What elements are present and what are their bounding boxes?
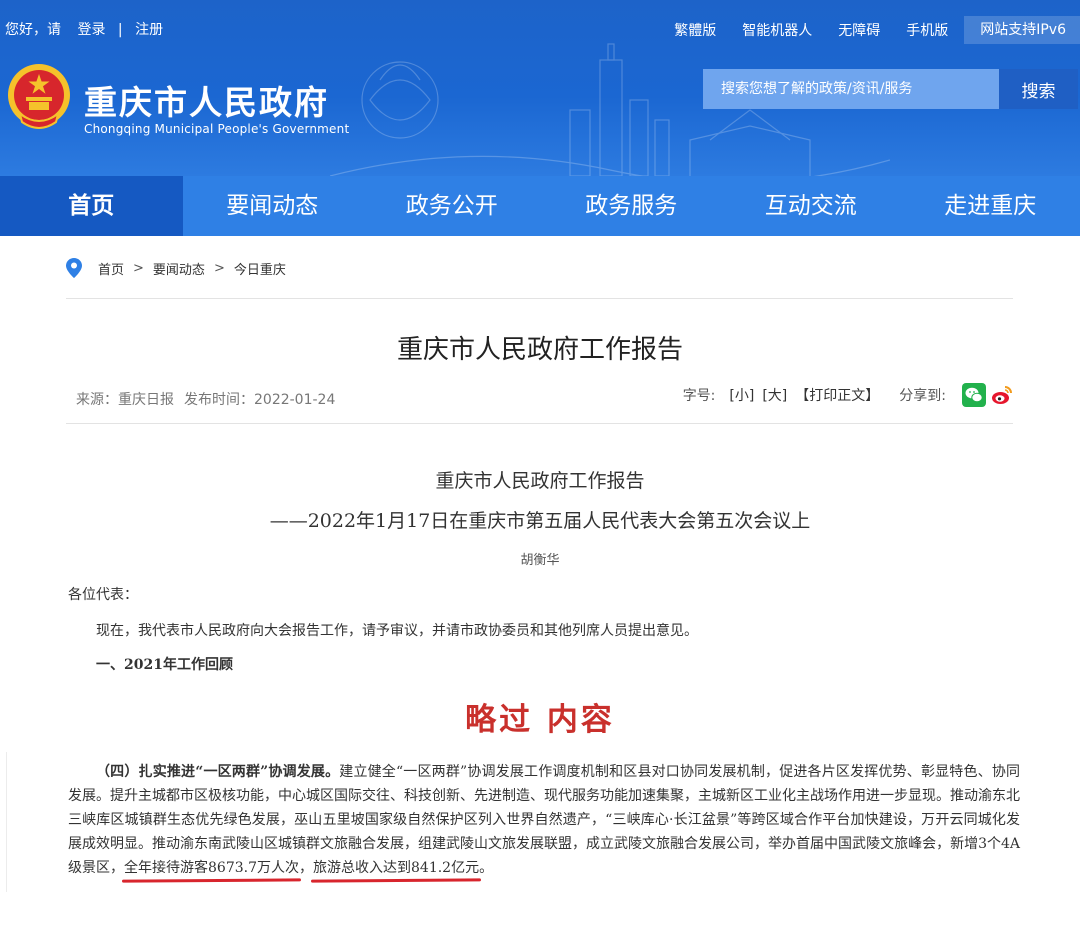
login-divider: | <box>117 22 123 38</box>
section-heading: 一、2021年工作回顾 <box>96 657 233 673</box>
font-size-label: 字号: <box>682 388 716 404</box>
breadcrumb: 首页 > 要闻动态 > 今日重庆 <box>66 257 286 279</box>
breadcrumb-separator: > <box>133 260 144 276</box>
font-large-button[interactable]: [大] <box>762 385 787 405</box>
nav-item-interaction[interactable]: 互动交流 <box>721 176 901 236</box>
main-nav: 首页 要闻动态 政务公开 政务服务 互动交流 走进重庆 <box>0 176 1080 236</box>
skip-content-note: 略过 内容 <box>465 702 615 738</box>
breadcrumb-home[interactable]: 首页 <box>98 259 124 278</box>
divider <box>66 298 1013 299</box>
site-title: 重庆市人民政府 <box>84 83 329 122</box>
site-header: 您好，请 登录 | 注册 繁體版 智能机器人 无障碍 手机版 网站支持IPv6 … <box>0 0 1080 176</box>
smart-robot-link[interactable]: 智能机器人 <box>742 20 812 40</box>
nav-item-news[interactable]: 要闻动态 <box>183 176 363 236</box>
article-tools: 字号: [小] [大] 【打印正文】 分享到: <box>683 380 1014 410</box>
location-pin-icon <box>66 258 82 278</box>
register-link[interactable]: 注册 <box>135 19 163 39</box>
article-publish-date: 发布时间：2022-01-24 <box>184 392 336 408</box>
national-emblem-icon <box>8 64 70 129</box>
site-title-english: Chongqing Municipal People's Government <box>84 122 350 136</box>
nav-item-about-chongqing[interactable]: 走进重庆 <box>901 176 1080 236</box>
top-bar: 您好，请 登录 | 注册 繁體版 智能机器人 无障碍 手机版 网站支持IPv6 <box>0 0 1080 58</box>
highlight-revenue: 旅游总收入达到841.2亿元 <box>313 860 480 876</box>
period: 。 <box>479 860 494 876</box>
top-links: 繁體版 智能机器人 无障碍 手机版 网站支持IPv6 <box>648 16 1080 44</box>
weibo-icon[interactable] <box>990 383 1014 407</box>
font-small-button[interactable]: [小] <box>729 385 754 405</box>
article-title: 重庆市人民政府工作报告 <box>396 335 683 365</box>
intro-paragraph: 现在，我代表市人民政府向大会报告工作，请予审议，并请市政协委员和其他列席人员提出… <box>96 623 698 639</box>
greeting-paragraph: 各位代表： <box>68 587 138 603</box>
article-source: 来源：重庆日报 <box>76 392 174 408</box>
divider <box>66 423 1013 424</box>
breadcrumb-today-chongqing[interactable]: 今日重庆 <box>234 259 286 278</box>
search-button[interactable]: 搜索 <box>999 69 1078 109</box>
traditional-chinese-link[interactable]: 繁體版 <box>674 20 716 40</box>
breadcrumb-news[interactable]: 要闻动态 <box>153 259 205 278</box>
share-label: 分享到: <box>899 388 946 404</box>
excerpt-paragraph: （四）扎实推进“一区两群”协调发展。建立健全“一区两群”协调发展工作调度机制和区… <box>68 760 1020 880</box>
breadcrumb-separator: > <box>213 260 225 276</box>
login-link[interactable]: 登录 <box>77 19 105 39</box>
wechat-icon[interactable] <box>962 383 986 407</box>
login-area: 您好，请 登录 | 注册 <box>5 19 163 39</box>
excerpt-border <box>6 752 7 892</box>
search-input[interactable] <box>703 69 999 109</box>
body-subtitle: ——2022年1月17日在重庆市第五届人民代表大会第五次会议上 <box>269 510 811 532</box>
search-box: 搜索 <box>703 69 1078 109</box>
excerpt-lead: （四）扎实推进“一区两群”协调发展。 <box>96 764 340 780</box>
author: 胡衡华 <box>520 553 560 568</box>
nav-item-gov-affairs[interactable]: 政务公开 <box>362 176 542 236</box>
article-meta: 来源：重庆日报 发布时间：2022-01-24 <box>76 389 335 409</box>
comma: ， <box>299 860 313 876</box>
ipv6-badge: 网站支持IPv6 <box>964 16 1080 44</box>
greeting-text: 您好，请 <box>5 22 61 38</box>
nav-item-home[interactable]: 首页 <box>0 176 183 236</box>
highlight-tourists: 全年接待游客8673.7万人次 <box>124 860 299 876</box>
mobile-version-link[interactable]: 手机版 <box>906 20 948 40</box>
nav-item-gov-services[interactable]: 政务服务 <box>542 176 722 236</box>
accessibility-link[interactable]: 无障碍 <box>838 20 880 40</box>
body-title: 重庆市人民政府工作报告 <box>435 470 645 492</box>
print-button[interactable]: 【打印正文】 <box>795 385 879 405</box>
